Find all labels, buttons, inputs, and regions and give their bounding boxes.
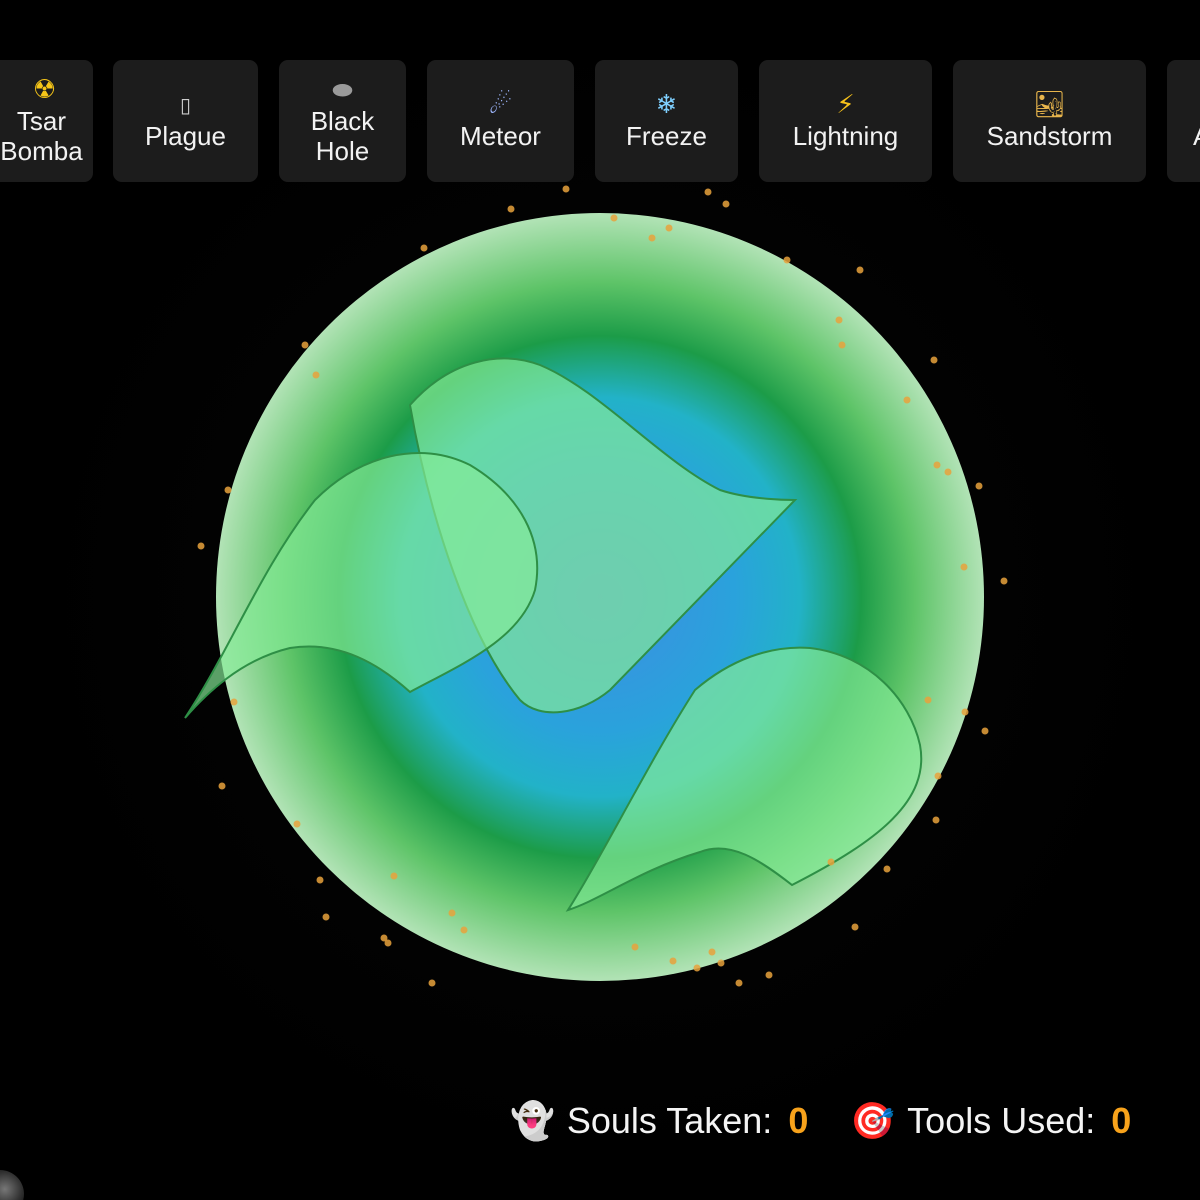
debris-particle: [648, 234, 656, 242]
debris-particle: [507, 205, 515, 213]
debris-particle: [390, 872, 398, 880]
debris-particle: [428, 979, 436, 987]
debris-particle: [883, 865, 891, 873]
tools-used-value: 0: [1111, 1100, 1132, 1141]
debris-particle: [1000, 577, 1008, 585]
debris-particle: [420, 244, 428, 252]
debris-particle: [735, 979, 743, 987]
debris-particle: [631, 943, 639, 951]
debris-particle: [944, 468, 952, 476]
debris-particle: [708, 948, 716, 956]
debris-particle: [230, 698, 238, 706]
stats-bar: 👻 Souls Taken: 0 🎯 Tools Used: 0: [510, 1096, 1131, 1146]
debris-particle: [669, 957, 677, 965]
debris-particle: [960, 563, 968, 571]
debris-particle: [975, 482, 983, 490]
debris-particle: [961, 708, 969, 716]
debris-particle: [933, 461, 941, 469]
debris-particle: [693, 964, 701, 972]
debris-particle: [765, 971, 773, 979]
souls-taken-stat: 👻 Souls Taken: 0: [510, 1100, 808, 1142]
debris-particle: [930, 356, 938, 364]
debris-particle: [981, 727, 989, 735]
debris-particle: [197, 542, 205, 550]
debris-particle: [293, 820, 301, 828]
debris-particle: [562, 185, 570, 193]
debris-particle: [838, 341, 846, 349]
tools-used-label: Tools Used:: [907, 1100, 1096, 1141]
debris-particle: [460, 926, 468, 934]
debris-particle: [301, 341, 309, 349]
debris-particle: [835, 316, 843, 324]
planet-scene: [184, 185, 1008, 987]
debris-particle: [448, 909, 456, 917]
debris-particle: [610, 214, 618, 222]
debris-particle: [851, 923, 859, 931]
souls-taken-label: Souls Taken:: [566, 1100, 773, 1141]
tools-used-stat: 🎯 Tools Used: 0: [850, 1100, 1131, 1142]
debris-particle: [224, 486, 232, 494]
debris-particle: [218, 782, 226, 790]
target-icon: 🎯: [850, 1101, 896, 1142]
debris-particle: [322, 913, 330, 921]
game-stage: ☢ Tsar Bomba ▯ Plague ⬬ Black Hole ☄ Met…: [0, 0, 1200, 1200]
debris-particle: [384, 939, 392, 947]
debris-particle: [717, 959, 725, 967]
debris-particle: [704, 188, 712, 196]
debris-particle: [932, 816, 940, 824]
debris-particle: [722, 200, 730, 208]
debris-particle: [924, 696, 932, 704]
debris-particle: [783, 256, 791, 264]
debris-particle: [665, 224, 673, 232]
debris-particle: [316, 876, 324, 884]
debris-particle: [934, 772, 942, 780]
debris-particle: [312, 371, 320, 379]
debris-particle: [903, 396, 911, 404]
souls-taken-value: 0: [788, 1100, 809, 1141]
ghost-icon: 👻: [510, 1101, 555, 1142]
debris-particle: [827, 858, 835, 866]
debris-particle: [856, 266, 864, 274]
